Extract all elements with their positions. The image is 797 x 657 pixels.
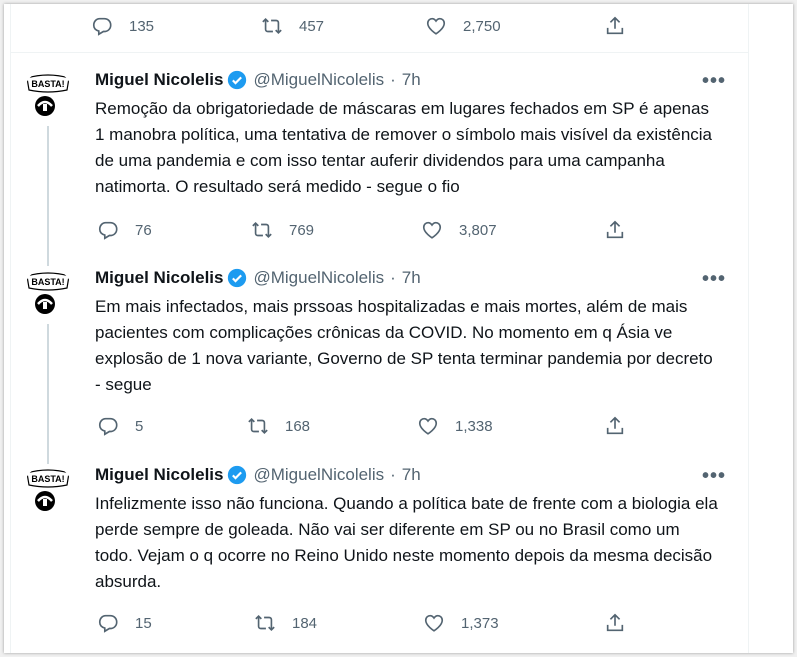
share-icon	[606, 220, 624, 239]
retweet-count: 769	[289, 221, 315, 239]
display-name[interactable]: Miguel Nicolelis	[95, 465, 223, 485]
verified-badge-icon	[228, 465, 247, 485]
retweet-button[interactable]: 457	[261, 15, 324, 37]
avatar[interactable]: BASTA!	[23, 268, 73, 318]
reply-count: 5	[135, 417, 144, 435]
retweet-icon	[248, 417, 268, 435]
timestamp[interactable]: 7h	[402, 465, 421, 485]
verified-badge-icon	[228, 70, 247, 90]
heart-icon	[418, 417, 438, 435]
retweet-button[interactable]: 769	[251, 219, 314, 241]
avatar-image: BASTA!	[23, 70, 73, 120]
heart-icon	[424, 614, 444, 632]
handle[interactable]: @MiguelNicolelis	[253, 268, 384, 288]
tweet[interactable]: BASTA! Miguel Nicolelis @MiguelNicolelis…	[11, 465, 748, 653]
display-name[interactable]: Miguel Nicolelis	[95, 70, 223, 90]
svg-text:BASTA!: BASTA!	[31, 474, 64, 484]
tweet-header: Miguel Nicolelis @MiguelNicolelis · 7h	[95, 465, 421, 485]
like-count: 1,338	[455, 417, 493, 435]
retweet-count: 168	[285, 417, 311, 435]
handle[interactable]: @MiguelNicolelis	[253, 70, 384, 90]
separator-dot: ·	[390, 465, 396, 484]
timeline: 135 457 2,750 BASTA! Miguel Nicolelis @M…	[10, 4, 749, 653]
more-icon[interactable]: •••	[702, 70, 726, 93]
tweet[interactable]: BASTA! Miguel Nicolelis @MiguelNicolelis…	[11, 268, 748, 464]
reply-count: 135	[129, 17, 155, 35]
retweet-icon	[262, 17, 282, 35]
share-button[interactable]	[604, 415, 626, 437]
tweet-actions: 5 168 1,338	[11, 406, 748, 446]
reply-button[interactable]: 15	[97, 612, 152, 634]
share-icon	[606, 416, 624, 435]
like-count: 1,373	[461, 614, 499, 632]
reply-button[interactable]: 76	[97, 219, 152, 241]
svg-text:BASTA!: BASTA!	[31, 277, 64, 287]
browser-frame: 135 457 2,750 BASTA! Miguel Nicolelis @M…	[4, 4, 793, 653]
tweet-text: Remoção da obrigatoriedade de máscaras e…	[95, 99, 713, 196]
like-button[interactable]: 1,373	[423, 612, 499, 634]
timestamp[interactable]: 7h	[402, 70, 421, 90]
avatar[interactable]: BASTA!	[23, 465, 73, 515]
reply-button[interactable]: 135	[91, 15, 154, 37]
reply-button[interactable]: 5	[97, 415, 143, 437]
tweet-header: Miguel Nicolelis @MiguelNicolelis · 7h	[95, 268, 421, 288]
share-button[interactable]	[604, 612, 626, 634]
avatar-image: BASTA!	[23, 465, 73, 515]
retweet-button[interactable]: 168	[247, 415, 310, 437]
reply-count: 76	[135, 221, 152, 239]
retweet-icon	[255, 614, 275, 632]
share-icon	[606, 613, 624, 632]
divider	[11, 52, 748, 53]
verified-badge-icon	[228, 268, 247, 288]
reply-count: 15	[135, 614, 152, 632]
tweet-text: Em mais infectados, mais prssoas hospita…	[95, 297, 713, 394]
more-icon[interactable]: •••	[702, 465, 726, 488]
share-button[interactable]	[604, 219, 626, 241]
like-button[interactable]: 2,750	[425, 15, 501, 37]
heart-icon	[426, 17, 446, 35]
tweet-actions: 76 769 3,807	[11, 210, 748, 250]
separator-dot: ·	[390, 268, 396, 287]
retweet-icon	[252, 221, 272, 239]
more-icon[interactable]: •••	[702, 268, 726, 291]
like-button[interactable]: 3,807	[421, 219, 497, 241]
retweet-count: 457	[299, 17, 325, 35]
tweet-header: Miguel Nicolelis @MiguelNicolelis · 7h	[95, 70, 421, 90]
previous-tweet-actions: 135 457 2,750	[11, 8, 748, 48]
reply-icon	[98, 614, 118, 633]
share-button[interactable]	[604, 15, 626, 37]
tweet[interactable]: BASTA! Miguel Nicolelis @MiguelNicolelis…	[11, 70, 748, 266]
reply-icon	[98, 417, 118, 436]
retweet-count: 184	[292, 614, 318, 632]
retweet-button[interactable]: 184	[254, 612, 317, 634]
heart-icon	[422, 221, 442, 239]
like-button[interactable]: 1,338	[417, 415, 493, 437]
reply-icon	[98, 221, 118, 240]
like-count: 3,807	[459, 221, 497, 239]
like-count: 2,750	[463, 17, 501, 35]
separator-dot: ·	[390, 70, 396, 89]
tweet-actions: 15 184 1,373	[11, 603, 748, 643]
timestamp[interactable]: 7h	[402, 268, 421, 288]
display-name[interactable]: Miguel Nicolelis	[95, 268, 223, 288]
tweet-text: Infelizmente isso não funciona. Quando a…	[95, 494, 718, 591]
avatar-image: BASTA!	[23, 268, 73, 318]
avatar[interactable]: BASTA!	[23, 70, 73, 120]
handle[interactable]: @MiguelNicolelis	[253, 465, 384, 485]
svg-text:BASTA!: BASTA!	[31, 79, 64, 89]
share-icon	[606, 16, 624, 35]
reply-icon	[92, 17, 112, 36]
